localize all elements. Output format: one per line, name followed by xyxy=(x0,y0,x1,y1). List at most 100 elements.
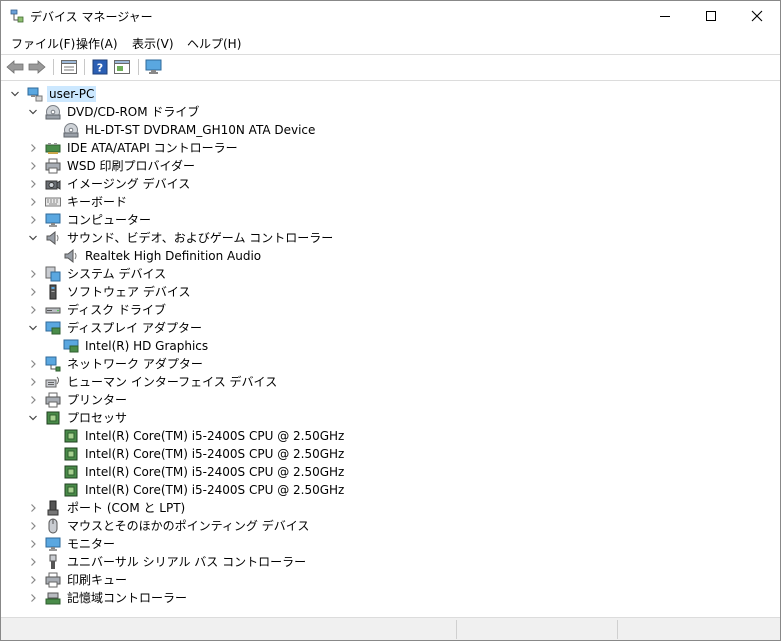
device-category[interactable]: ヒューマン インターフェイス デバイス xyxy=(27,373,279,391)
device-item[interactable]: Intel(R) HD Graphics xyxy=(45,337,210,355)
device-category-label: ディスプレイ アダプター xyxy=(67,321,202,335)
speaker-icon xyxy=(45,230,61,246)
help-icon[interactable]: ? xyxy=(91,58,109,76)
chevron-right-icon[interactable] xyxy=(27,592,39,604)
ide-controller-icon xyxy=(45,140,61,156)
toolbar-separator xyxy=(53,59,54,75)
device-category[interactable]: イメージング デバイス xyxy=(27,175,192,193)
computer-root-icon xyxy=(27,86,43,102)
printer-icon xyxy=(45,392,61,408)
chevron-right-icon[interactable] xyxy=(27,556,39,568)
chevron-down-icon[interactable] xyxy=(9,88,21,100)
device-category-label: システム デバイス xyxy=(67,267,167,281)
device-category[interactable]: プリンター xyxy=(27,391,129,409)
device-tree: user-PC DVD/CD-ROM ドライブ HL-DT-ST DVDRAM_GH… xyxy=(1,82,780,615)
device-category[interactable]: 印刷キュー xyxy=(27,571,129,589)
device-category[interactable]: モニター xyxy=(27,535,117,553)
device-category[interactable]: DVD/CD-ROM ドライブ xyxy=(27,103,201,121)
properties-icon[interactable] xyxy=(60,58,78,76)
chevron-right-icon[interactable] xyxy=(27,268,39,280)
status-bar xyxy=(1,617,780,640)
chevron-right-icon[interactable] xyxy=(27,520,39,532)
device-item-label: HL-DT-ST DVDRAM_GH10N ATA Device xyxy=(85,123,316,137)
menu-action[interactable]: 操作(A) xyxy=(76,35,118,52)
network-adapter-icon xyxy=(45,356,61,372)
chevron-right-icon[interactable] xyxy=(27,502,39,514)
action-pane-icon[interactable] xyxy=(113,58,131,76)
device-category[interactable]: ソフトウェア デバイス xyxy=(27,283,192,301)
device-category[interactable]: ネットワーク アダプター xyxy=(27,355,205,373)
close-button[interactable] xyxy=(734,1,780,31)
chevron-right-icon[interactable] xyxy=(27,286,39,298)
processor-icon xyxy=(63,482,79,498)
back-arrow-icon[interactable] xyxy=(6,58,24,76)
chevron-right-icon[interactable] xyxy=(27,358,39,370)
device-category-label: ポート (COM と LPT) xyxy=(67,501,186,515)
menu-bar: ファイル(F) 操作(A) 表示(V) ヘルプ(H) xyxy=(1,31,780,53)
chevron-right-icon[interactable] xyxy=(27,376,39,388)
chevron-right-icon[interactable] xyxy=(27,538,39,550)
chevron-right-icon[interactable] xyxy=(27,142,39,154)
device-item[interactable]: Realtek High Definition Audio xyxy=(45,247,263,265)
printer-icon xyxy=(45,158,61,174)
device-category-label: IDE ATA/ATAPI コントローラー xyxy=(67,141,238,155)
device-category[interactable]: ディスプレイ アダプター xyxy=(27,319,204,337)
tree-root-node[interactable]: user-PC xyxy=(9,85,97,103)
chevron-right-icon[interactable] xyxy=(27,214,39,226)
device-item[interactable]: HL-DT-ST DVDRAM_GH10N ATA Device xyxy=(45,121,317,139)
device-category[interactable]: キーボード xyxy=(27,193,129,211)
toolbar-separator xyxy=(138,59,139,75)
device-item-label: Intel(R) Core(TM) i5-2400S CPU @ 2.50GHz xyxy=(85,429,345,443)
chevron-right-icon[interactable] xyxy=(27,304,39,316)
status-cell-divider xyxy=(617,620,618,639)
device-category[interactable]: コンピューター xyxy=(27,211,153,229)
processor-icon xyxy=(63,446,79,462)
processor-icon xyxy=(63,428,79,444)
device-item[interactable]: Intel(R) Core(TM) i5-2400S CPU @ 2.50GHz xyxy=(45,445,346,463)
monitor-icon xyxy=(45,536,61,552)
maximize-button[interactable] xyxy=(688,1,734,31)
minimize-button[interactable] xyxy=(642,1,688,31)
device-category[interactable]: ユニバーサル シリアル バス コントローラー xyxy=(27,553,308,571)
tree-root-node-label: user-PC xyxy=(47,86,97,102)
device-category-label: サウンド、ビデオ、およびゲーム コントローラー xyxy=(67,231,334,245)
device-manager-app-icon xyxy=(10,9,24,23)
device-category[interactable]: ディスク ドライブ xyxy=(27,301,168,319)
toolbar: ? xyxy=(1,54,780,80)
menu-help[interactable]: ヘルプ(H) xyxy=(187,35,241,52)
device-category[interactable]: プロセッサ xyxy=(27,409,129,427)
chevron-right-icon[interactable] xyxy=(27,574,39,586)
chevron-down-icon[interactable] xyxy=(27,232,39,244)
menu-view[interactable]: 表示(V) xyxy=(132,35,174,52)
software-device-icon xyxy=(45,284,61,300)
menu-file[interactable]: ファイル(F) xyxy=(11,35,75,52)
port-icon xyxy=(45,500,61,516)
device-item[interactable]: Intel(R) Core(TM) i5-2400S CPU @ 2.50GHz xyxy=(45,481,346,499)
forward-arrow-icon[interactable] xyxy=(28,58,46,76)
device-category-label: ユニバーサル シリアル バス コントローラー xyxy=(67,555,307,569)
device-category[interactable]: システム デバイス xyxy=(27,265,168,283)
chevron-right-icon[interactable] xyxy=(27,196,39,208)
scan-hardware-icon[interactable] xyxy=(145,58,163,76)
device-item-label: Realtek High Definition Audio xyxy=(85,249,262,263)
chevron-down-icon[interactable] xyxy=(27,412,39,424)
device-category[interactable]: WSD 印刷プロバイダー xyxy=(27,157,197,175)
device-category[interactable]: マウスとそのほかのポインティング デバイス xyxy=(27,517,311,535)
device-category[interactable]: ポート (COM と LPT) xyxy=(27,499,187,517)
chevron-right-icon[interactable] xyxy=(27,160,39,172)
device-item[interactable]: Intel(R) Core(TM) i5-2400S CPU @ 2.50GHz xyxy=(45,427,346,445)
device-item[interactable]: Intel(R) Core(TM) i5-2400S CPU @ 2.50GHz xyxy=(45,463,346,481)
device-category[interactable]: IDE ATA/ATAPI コントローラー xyxy=(27,139,240,157)
chevron-down-icon[interactable] xyxy=(27,322,39,334)
chevron-right-icon[interactable] xyxy=(27,178,39,190)
device-item-label: Intel(R) HD Graphics xyxy=(85,339,209,353)
device-category-label: ディスク ドライブ xyxy=(67,303,166,317)
chevron-down-icon[interactable] xyxy=(27,106,39,118)
device-category[interactable]: 記憶域コントローラー xyxy=(27,589,189,607)
device-category[interactable]: サウンド、ビデオ、およびゲーム コントローラー xyxy=(27,229,335,247)
chevron-right-icon[interactable] xyxy=(27,394,39,406)
